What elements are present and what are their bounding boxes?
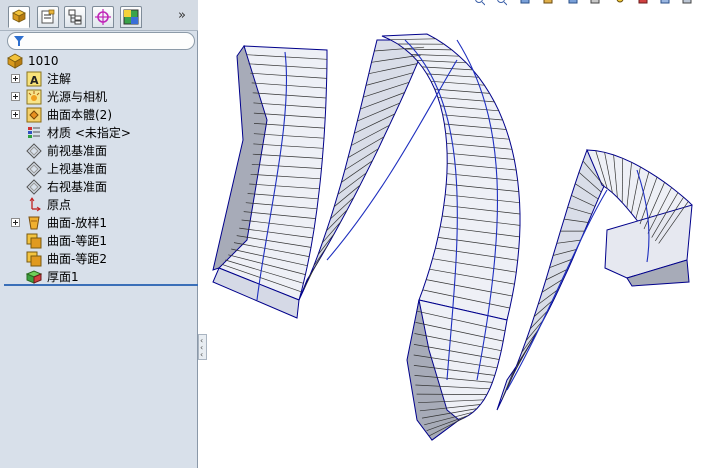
tree-item-label: 材质 <未指定> [47,126,131,140]
thicken-icon [26,270,42,284]
part-icon [7,53,23,69]
rib-line [308,257,321,278]
tab-featuremanager[interactable] [8,6,30,28]
tree-root-label: 1010 [28,54,59,68]
plane-icon [26,143,42,159]
graphics-area[interactable] [207,0,702,468]
tab-dimxpertmanager[interactable] [92,6,114,28]
annotations-icon: A [26,71,42,87]
rib-line [621,158,624,203]
lights-cameras-icon [26,89,42,105]
tree-item-label: 前视基准面 [47,144,108,158]
tree-item-label: 曲面本體(2) [47,108,112,122]
material-icon [28,127,40,138]
rib-line [501,370,515,400]
expand-toggle[interactable] [11,110,20,119]
tab-propertymanager[interactable] [37,6,59,28]
tree-item-label: 厚面1 [47,270,79,284]
svg-text:A: A [30,74,39,87]
tree-item-label: 上视基准面 [47,162,108,176]
expand-toggle[interactable] [11,74,20,83]
surface-loft-icon [28,216,40,230]
tree-item-label: 注解 [47,72,72,86]
tree-item-lights-cameras[interactable]: 光源与相机 [0,88,196,106]
tree-item-label: 曲面-等距2 [47,252,107,266]
plane-icon [26,161,42,177]
tree-item-annotations[interactable]: A 注解 [0,70,196,88]
feature-manager-panel: » 1010 A 注解 光源与相机 曲面本體(2) 材质 <未指定> 前视基准面… [0,0,198,468]
tree-item-material[interactable]: 材质 <未指定> [0,124,196,142]
thickened-helical-surface-model[interactable] [212,33,693,441]
rollback-bar[interactable] [4,284,198,286]
tree-item-surface-offset2[interactable]: 曲面-等距2 [0,250,196,268]
collapse-arrow-icon: ‹ [200,350,204,359]
panel-collapse-handle[interactable]: ‹ ‹ ‹ [198,334,207,360]
surface-offset-icon [26,233,42,249]
tree-item-label: 曲面-等距1 [47,234,107,248]
tree-item-surface-offset1[interactable]: 曲面-等距1 [0,232,196,250]
filter-funnel-icon [14,36,24,46]
dimxpert-crosshair-icon [95,9,111,25]
more-tabs-chevron-icon[interactable]: » [178,8,186,23]
rib-line [511,350,527,377]
tab-configurationmanager[interactable] [64,6,86,28]
displaymanager-icon [123,9,139,25]
tree-item-label: 原点 [47,198,72,212]
rib-line [416,393,487,395]
guide-curve [506,189,608,391]
tree-item-label: 光源与相机 [47,90,108,104]
tree-item-origin[interactable]: 原点 [0,196,196,214]
tree-item-top-plane[interactable]: 上视基准面 [0,160,196,178]
tab-displaymanager[interactable] [120,6,142,28]
tree-item-label: 右视基准面 [47,180,108,194]
propertymanager-icon [41,9,55,24]
featuremanager-tree-icon [12,9,26,23]
tree-item-surface-bodies[interactable]: 曲面本體(2) [0,106,196,124]
expand-toggle[interactable] [11,218,20,227]
plane-icon [26,179,42,195]
tree-root[interactable]: 1010 [0,52,196,70]
surface-offset-icon [26,251,42,267]
feature-filter-input[interactable] [7,32,195,50]
configurationmanager-icon [68,9,82,25]
tree-item-front-plane[interactable]: 前视基准面 [0,142,196,160]
tree-item-right-plane[interactable]: 右视基准面 [0,178,196,196]
origin-icon [29,197,41,212]
tree-item-label: 曲面-放样1 [47,216,107,230]
expand-toggle[interactable] [11,92,20,101]
manager-tabs: » [0,0,198,31]
tree-item-surface-loft1[interactable]: 曲面-放样1 [0,214,196,232]
surface-bodies-icon [26,107,42,123]
